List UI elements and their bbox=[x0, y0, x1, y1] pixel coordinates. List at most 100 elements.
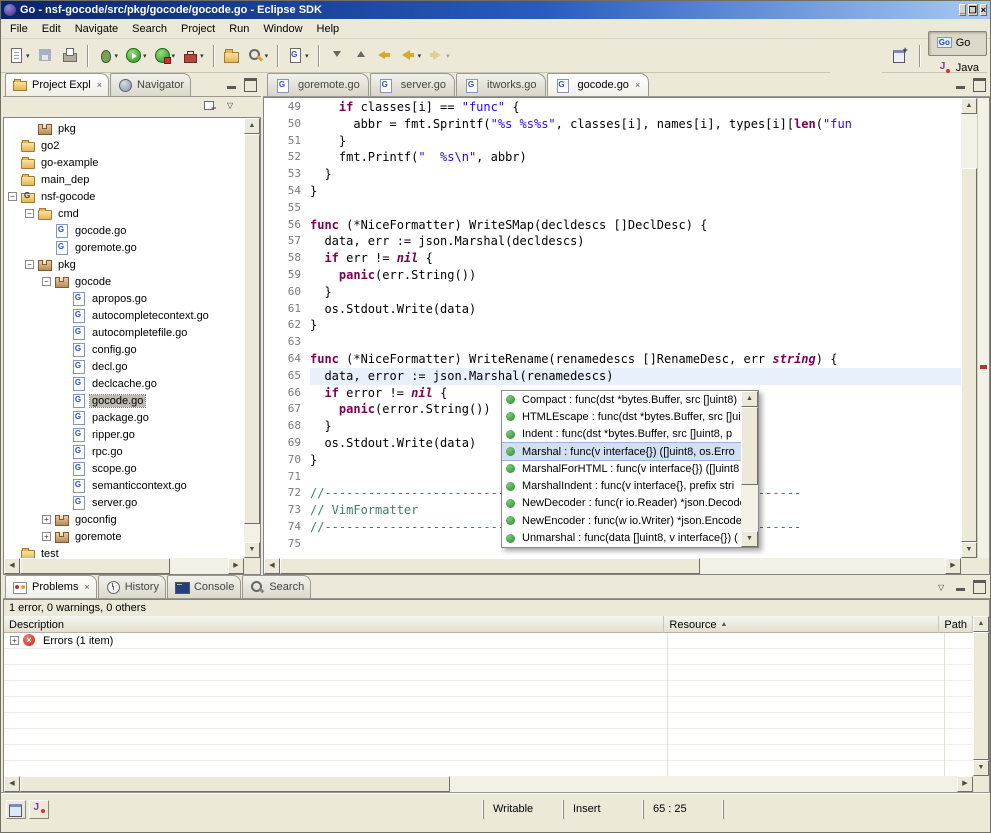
plus-expander-icon[interactable]: + bbox=[42, 515, 51, 524]
maximize-editor-button[interactable] bbox=[970, 76, 988, 92]
editor-tab-server-go[interactable]: server.go bbox=[370, 73, 455, 96]
view-tab-project-expl[interactable]: Project Expl× bbox=[5, 73, 109, 96]
collapse-all-icon[interactable] bbox=[203, 99, 220, 116]
code-line[interactable]: data, err := json.Marshal(decldescs) bbox=[310, 233, 961, 250]
prev-annotation-button[interactable] bbox=[349, 44, 372, 68]
tree-item-ripper-go[interactable]: ripper.go bbox=[4, 426, 244, 443]
code-line[interactable]: } bbox=[310, 166, 961, 183]
close-icon[interactable]: × bbox=[635, 80, 640, 90]
tree-item-package-go[interactable]: package.go bbox=[4, 409, 244, 426]
scroll-down-button[interactable]: ▼ bbox=[244, 542, 260, 558]
scroll-right-button[interactable]: ▶ bbox=[957, 776, 973, 792]
scrollbar-thumb[interactable] bbox=[20, 776, 450, 792]
code-line[interactable]: } bbox=[310, 183, 961, 200]
autocomplete-scrollbar[interactable]: ▲ ▼ bbox=[741, 391, 758, 547]
column-header-path[interactable]: Path bbox=[939, 616, 973, 633]
scroll-left-button[interactable]: ◀ bbox=[4, 558, 20, 574]
column-header-resource[interactable]: Resource▲ bbox=[664, 616, 939, 633]
tree-item-nsf-gocode[interactable]: −nsf-gocode bbox=[4, 188, 244, 205]
explorer-horizontal-scrollbar[interactable]: ◀ ▶ bbox=[4, 558, 244, 574]
open-resource-button[interactable] bbox=[220, 44, 243, 68]
view-menu-icon[interactable] bbox=[935, 581, 952, 598]
tree-item-goremote[interactable]: +goremote bbox=[4, 528, 244, 545]
print-button[interactable] bbox=[58, 44, 81, 68]
close-button[interactable]: × bbox=[980, 4, 987, 16]
editor-vertical-scrollbar[interactable]: ▲ ▼ bbox=[961, 98, 977, 558]
next-annotation-button[interactable] bbox=[325, 44, 348, 68]
problems-row[interactable]: +Errors (1 item) bbox=[4, 633, 973, 649]
code-line[interactable]: } bbox=[310, 133, 961, 150]
editor-horizontal-scrollbar[interactable]: ◀ ▶ bbox=[264, 558, 961, 574]
column-header-description[interactable]: Description bbox=[4, 616, 664, 633]
scroll-up-button[interactable]: ▲ bbox=[244, 118, 260, 134]
new-go-element-button[interactable]: ▾ bbox=[284, 44, 312, 68]
tree-item-goremote-go[interactable]: goremote.go bbox=[4, 239, 244, 256]
view-tab-history[interactable]: History bbox=[98, 575, 166, 598]
scrollbar-thumb[interactable] bbox=[961, 168, 977, 542]
open-perspective-button[interactable] bbox=[888, 44, 911, 68]
back-button[interactable]: ▾ bbox=[397, 44, 425, 68]
menu-item-window[interactable]: Window bbox=[256, 20, 309, 38]
scrollbar-thumb[interactable] bbox=[280, 558, 700, 574]
fast-view-button[interactable] bbox=[6, 800, 26, 819]
menu-item-run[interactable]: Run bbox=[222, 20, 256, 38]
view-tab-navigator[interactable]: Navigator bbox=[110, 73, 191, 96]
run-button[interactable]: ▾ bbox=[122, 44, 150, 68]
tree-item-apropos-go[interactable]: apropos.go bbox=[4, 290, 244, 307]
editor-tab-goremote-go[interactable]: goremote.go bbox=[267, 73, 369, 96]
view-tab-console[interactable]: Console bbox=[167, 575, 241, 598]
tree-item-go2[interactable]: go2 bbox=[4, 137, 244, 154]
minimize-view-button[interactable] bbox=[223, 76, 241, 92]
scroll-down-button[interactable]: ▼ bbox=[741, 531, 758, 547]
menu-item-help[interactable]: Help bbox=[310, 20, 347, 38]
autocomplete-item[interactable]: Compact : func(dst *bytes.Buffer, src []… bbox=[502, 391, 741, 408]
minimize-view-button[interactable] bbox=[952, 578, 970, 594]
code-line[interactable] bbox=[310, 334, 961, 351]
tree-item-gocode[interactable]: −gocode bbox=[4, 273, 244, 290]
minus-expander-icon[interactable]: − bbox=[25, 260, 34, 269]
tree-item-server-go[interactable]: server.go bbox=[4, 494, 244, 511]
tree-item-gocode-go[interactable]: gocode.go bbox=[4, 392, 244, 409]
problems-vertical-scrollbar[interactable]: ▲ ▼ bbox=[973, 616, 989, 776]
autocomplete-item[interactable]: MarshalIndent : func(v interface{}, pref… bbox=[502, 477, 741, 494]
problems-horizontal-scrollbar[interactable]: ◀ ▶ bbox=[4, 776, 973, 792]
maximize-view-button[interactable] bbox=[970, 578, 988, 594]
tree-item-semanticcontext-go[interactable]: semanticcontext.go bbox=[4, 477, 244, 494]
scroll-down-button[interactable]: ▼ bbox=[961, 542, 977, 558]
tree-item-scope-go[interactable]: scope.go bbox=[4, 460, 244, 477]
debug-button[interactable]: ▾ bbox=[94, 44, 122, 68]
editor-tab-itworks-go[interactable]: itworks.go bbox=[456, 73, 546, 96]
code-line[interactable]: } bbox=[310, 317, 961, 334]
tree-item-decl-go[interactable]: decl.go bbox=[4, 358, 244, 375]
close-icon[interactable]: × bbox=[97, 80, 102, 90]
close-icon[interactable]: × bbox=[84, 582, 89, 592]
autocomplete-item[interactable]: Marshal : func(v interface{}) ([]uint8, … bbox=[502, 443, 741, 460]
scroll-up-button[interactable]: ▲ bbox=[973, 616, 989, 632]
menu-item-project[interactable]: Project bbox=[174, 20, 222, 38]
code-line[interactable]: func (*NiceFormatter) WriteSMap(decldesc… bbox=[310, 217, 961, 234]
scrollbar-thumb[interactable] bbox=[20, 558, 170, 574]
forward-button[interactable]: ▾ bbox=[425, 44, 453, 68]
code-line[interactable]: data, error := json.Marshal(renamedescs) bbox=[310, 368, 961, 385]
tree-item-pkg[interactable]: −pkg bbox=[4, 256, 244, 273]
tree-item-gocode-go[interactable]: gocode.go bbox=[4, 222, 244, 239]
plus-expander-icon[interactable]: + bbox=[10, 636, 19, 645]
tree-item-cmd[interactable]: −cmd bbox=[4, 205, 244, 222]
menu-item-edit[interactable]: Edit bbox=[35, 20, 68, 38]
autocomplete-item[interactable]: Unmarshal : func(data []uint8, v interfa… bbox=[502, 529, 741, 546]
save-button[interactable] bbox=[34, 44, 57, 68]
scrollbar-thumb[interactable] bbox=[741, 407, 758, 485]
autocomplete-item[interactable]: HTMLEscape : func(dst *bytes.Buffer, src… bbox=[502, 408, 741, 425]
scroll-up-button[interactable]: ▲ bbox=[961, 98, 977, 114]
scroll-right-button[interactable]: ▶ bbox=[228, 558, 244, 574]
overview-ruler[interactable] bbox=[977, 98, 989, 558]
tree-item-autocompletefile-go[interactable]: autocompletefile.go bbox=[4, 324, 244, 341]
tree-item-test[interactable]: test bbox=[4, 545, 244, 558]
scroll-up-button[interactable]: ▲ bbox=[741, 391, 758, 407]
autocomplete-item[interactable]: MarshalForHTML : func(v interface{}) ([]… bbox=[502, 460, 741, 477]
minus-expander-icon[interactable]: − bbox=[25, 209, 34, 218]
menu-item-navigate[interactable]: Navigate bbox=[68, 20, 125, 38]
tree-item-pkg[interactable]: pkg bbox=[4, 120, 244, 137]
code-line[interactable]: fmt.Printf(" %s\n", abbr) bbox=[310, 149, 961, 166]
minimize-button[interactable]: _ bbox=[959, 4, 966, 16]
